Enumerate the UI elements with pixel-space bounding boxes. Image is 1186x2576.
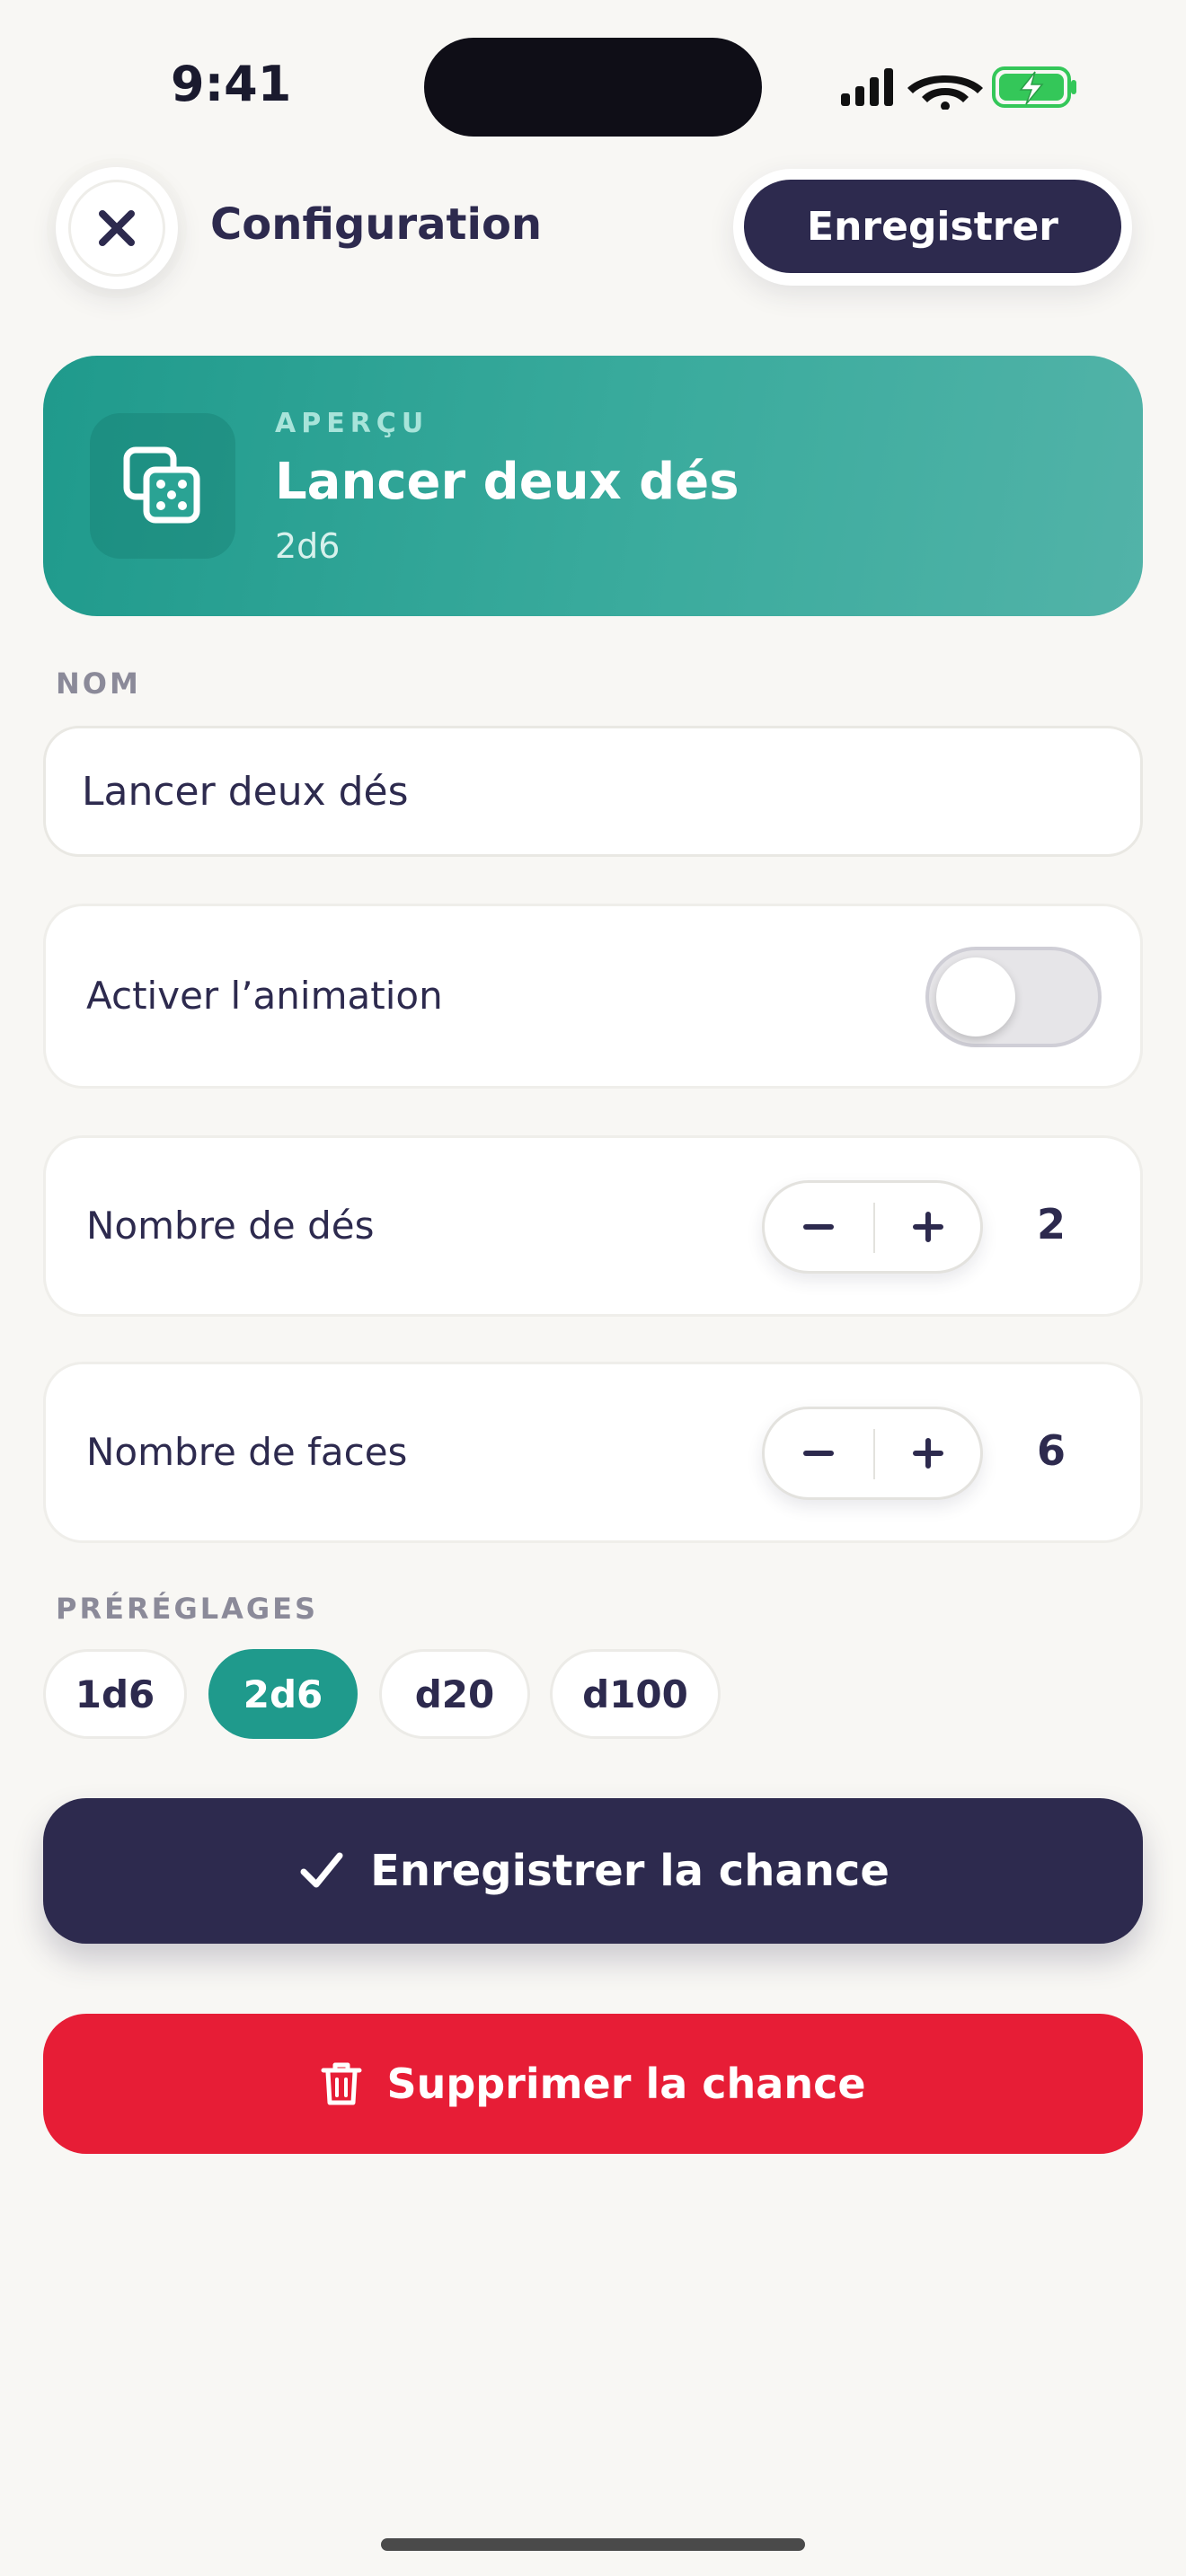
close-button[interactable] (56, 167, 178, 289)
preview-icon-box (90, 413, 235, 559)
name-section-label: NOM (56, 666, 141, 701)
plus-icon (913, 1212, 943, 1242)
preview-notation: 2d6 (275, 526, 341, 566)
preset-chip[interactable]: d100 (550, 1649, 721, 1739)
preview-title: Lancer deux dés (275, 453, 739, 511)
signal-icon (841, 68, 893, 106)
presets-section-label: PRÉRÉGLAGES (56, 1592, 319, 1626)
wifi-icon (907, 75, 983, 110)
dice-count-value: 2 (1036, 1200, 1066, 1248)
preset-chip[interactable]: 1d6 (43, 1649, 187, 1739)
faces-value: 6 (1036, 1426, 1066, 1475)
save-chance-label: Enregistrer la chance (370, 1846, 890, 1896)
minus-icon (803, 1224, 834, 1230)
animation-toggle[interactable] (925, 947, 1102, 1047)
preset-chip[interactable]: d20 (379, 1649, 530, 1739)
minus-icon (803, 1451, 834, 1456)
name-input[interactable] (43, 726, 1143, 857)
decrement-button[interactable] (765, 1409, 872, 1497)
preset-chip-selected[interactable]: 2d6 (208, 1649, 358, 1739)
configuration-screen: 9:41 Configuration Enregistrer APERÇU La… (0, 0, 1186, 2576)
preview-eyebrow: APERÇU (275, 408, 429, 439)
dice-count-stepper (762, 1180, 983, 1274)
checkmark-icon (300, 1852, 343, 1888)
delete-chance-label: Supprimer la chance (386, 2060, 866, 2108)
save-chance-button[interactable]: Enregistrer la chance (43, 1798, 1143, 1944)
dynamic-island (424, 38, 762, 137)
toggle-knob (936, 957, 1015, 1037)
home-indicator[interactable] (381, 2538, 805, 2551)
decrement-button[interactable] (765, 1183, 872, 1271)
faces-label: Nombre de faces (86, 1430, 408, 1474)
page-title: Configuration (210, 199, 543, 250)
dice-icon (123, 446, 200, 524)
faces-stepper (762, 1407, 983, 1500)
dice-count-label: Nombre de dés (86, 1204, 375, 1248)
increment-button[interactable] (874, 1409, 982, 1497)
increment-button[interactable] (874, 1183, 982, 1271)
delete-chance-button[interactable]: Supprimer la chance (43, 2014, 1143, 2154)
battery-charging-icon (992, 66, 1076, 108)
animation-label: Activer l’animation (86, 974, 443, 1018)
status-time: 9:41 (171, 56, 292, 112)
close-icon (99, 210, 135, 246)
save-button[interactable]: Enregistrer (744, 180, 1121, 273)
plus-icon (913, 1438, 943, 1469)
status-icons (836, 63, 1080, 110)
trash-icon (321, 2062, 362, 2105)
